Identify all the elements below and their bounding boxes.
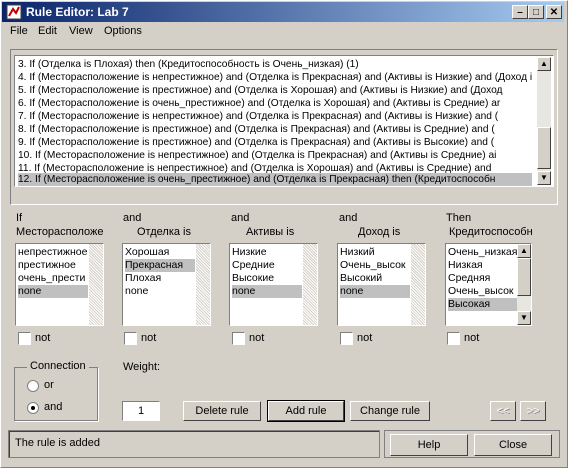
not-label: not <box>357 332 373 344</box>
list-item[interactable]: Плохая <box>125 272 197 285</box>
listbox-income[interactable]: Низкий Очень_высок Высокий none <box>337 243 426 326</box>
delete-rule-button[interactable]: Delete rule <box>183 401 261 421</box>
list-item[interactable]: Средние <box>232 259 304 272</box>
list-item[interactable]: Очень_низкая <box>448 246 518 259</box>
menu-edit[interactable]: Edit <box>38 25 57 37</box>
connection-label: Connection <box>27 360 89 372</box>
list-item[interactable]: Высокий <box>340 272 412 285</box>
list-item[interactable]: Низкие <box>232 246 304 259</box>
listbox-credit[interactable]: Очень_низкая Низкая Средняя Очень_высок … <box>445 243 532 326</box>
prev-rule-button[interactable]: << <box>490 401 516 421</box>
conj-and: and <box>123 212 142 224</box>
listbox-scrollbar[interactable]: ▲ ▼ <box>517 244 531 325</box>
radio-or-label: or <box>44 379 54 391</box>
not-label: not <box>141 332 157 344</box>
listbox-scrollbar[interactable] <box>89 244 103 325</box>
list-item[interactable]: none <box>125 285 197 298</box>
next-rule-button[interactable]: >> <box>520 401 546 421</box>
radio-selected-dot <box>31 406 35 410</box>
radio-or[interactable] <box>27 380 39 392</box>
not-label: not <box>249 332 265 344</box>
not-checkbox-credit[interactable] <box>447 332 460 345</box>
menu-bar: File Edit View Options <box>2 22 564 42</box>
status-bar: The rule is added <box>8 430 380 458</box>
list-item[interactable]: непрестижное <box>18 246 90 259</box>
listbox-finish[interactable]: Хорошая Прекрасная Плохая none <box>122 243 211 326</box>
scroll-up-icon[interactable]: ▲ <box>517 244 531 258</box>
not-label: not <box>35 332 51 344</box>
listbox-scrollbar[interactable] <box>411 244 425 325</box>
menu-file[interactable]: File <box>10 25 28 37</box>
list-item[interactable]: очень_прести <box>18 272 90 285</box>
radio-and-label: and <box>44 401 63 413</box>
conj-and: and <box>339 212 358 224</box>
conj-then: Then <box>446 212 472 224</box>
close-button[interactable]: Close <box>474 434 552 456</box>
weight-input[interactable]: 1 <box>122 401 160 421</box>
help-button[interactable]: Help <box>390 434 468 456</box>
scroll-thumb[interactable] <box>517 258 531 296</box>
not-checkbox-assets[interactable] <box>232 332 245 345</box>
not-checkbox-location[interactable] <box>18 332 31 345</box>
not-checkbox-income[interactable] <box>340 332 353 345</box>
list-item-selected[interactable]: Высокая <box>448 298 518 311</box>
list-item-selected[interactable]: none <box>340 285 410 298</box>
rules-frame <box>10 49 558 205</box>
menu-view[interactable]: View <box>69 25 93 37</box>
add-rule-button[interactable]: Add rule <box>267 400 345 422</box>
listbox-scrollbar[interactable] <box>303 244 317 325</box>
list-item[interactable]: Средняя <box>448 272 518 285</box>
minimize-icon[interactable]: – <box>512 5 528 19</box>
title-bar: Rule Editor: Lab 7 – □ ✕ <box>2 2 564 22</box>
list-item-selected[interactable]: none <box>18 285 88 298</box>
maximize-icon[interactable]: □ <box>528 5 544 19</box>
conj-if: If <box>16 212 23 224</box>
list-item[interactable]: Очень_высок <box>340 259 412 272</box>
listbox-assets[interactable]: Низкие Средние Высокие none <box>229 243 318 326</box>
list-item-selected[interactable]: Прекрасная <box>125 259 195 272</box>
list-item[interactable]: Низкая <box>448 259 518 272</box>
col-label-credit: Кредитоспособн <box>449 226 533 238</box>
close-icon[interactable]: ✕ <box>546 5 562 19</box>
col-label-finish: Отделка is <box>137 226 191 238</box>
change-rule-button[interactable]: Change rule <box>350 401 430 421</box>
radio-and[interactable] <box>27 402 39 414</box>
scroll-down-icon[interactable]: ▼ <box>517 311 531 325</box>
status-text: The rule is added <box>15 437 100 449</box>
not-label: not <box>464 332 480 344</box>
list-item[interactable]: Высокие <box>232 272 304 285</box>
list-item[interactable]: Хорошая <box>125 246 197 259</box>
weight-label: Weight: <box>123 361 161 373</box>
listbox-scrollbar[interactable] <box>196 244 210 325</box>
col-label-income: Доход is <box>358 226 401 238</box>
matlab-icon <box>6 4 22 20</box>
col-label-assets: Активы is <box>246 226 295 238</box>
listbox-location[interactable]: непрестижное престижное очень_прести non… <box>15 243 104 326</box>
window-title: Rule Editor: Lab 7 <box>26 5 129 19</box>
list-item[interactable]: престижное <box>18 259 90 272</box>
not-checkbox-finish[interactable] <box>124 332 137 345</box>
list-item[interactable]: Низкий <box>340 246 412 259</box>
list-item-selected[interactable]: none <box>232 285 302 298</box>
list-item[interactable]: Очень_высок <box>448 285 518 298</box>
col-label-location: Месторасположе <box>16 226 104 238</box>
menu-options[interactable]: Options <box>104 25 142 37</box>
conj-and: and <box>231 212 250 224</box>
